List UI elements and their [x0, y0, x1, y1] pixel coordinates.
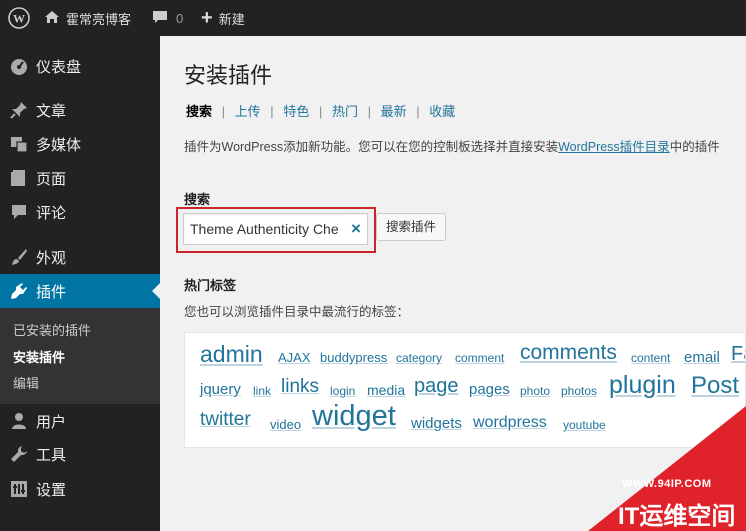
new-label: 新建	[218, 11, 245, 27]
tag-links[interactable]: links	[281, 376, 319, 398]
svg-text:W: W	[13, 12, 25, 26]
tag-pages[interactable]: pages	[469, 381, 510, 398]
menu-comments[interactable]: 评论	[0, 198, 160, 226]
tag-buddypress[interactable]: buddypress	[320, 350, 387, 365]
intro-prefix: 插件为WordPress添加新功能。您可以在您的控制板选择并直接安装	[184, 140, 559, 154]
admin-sidebar: 仪表盘 文章 多媒体 页面 评论 外观 插件 已安装的插件 安装插件 编辑 用户…	[0, 36, 160, 531]
tab-popular[interactable]: 热门	[332, 104, 358, 119]
wrench-icon	[10, 445, 28, 463]
plugin-icon	[10, 282, 28, 300]
tab-newest[interactable]: 最新	[381, 104, 407, 119]
plugins-submenu: 已安装的插件 安装插件 编辑	[0, 308, 160, 404]
tag-media[interactable]: media	[367, 382, 405, 398]
tag-photo[interactable]: photo	[520, 384, 550, 398]
user-icon	[10, 412, 28, 430]
tag-category[interactable]: category	[396, 351, 442, 365]
menu-media[interactable]: 多媒体	[0, 130, 160, 158]
tag-photos[interactable]: photos	[561, 384, 597, 398]
page-icon	[10, 169, 28, 187]
menu-dashboard[interactable]: 仪表盘	[0, 52, 160, 80]
menu-label: 页面	[36, 170, 67, 188]
search-plugins-button[interactable]: 搜索插件	[376, 213, 446, 241]
tag-twitter[interactable]: twitter	[200, 409, 251, 431]
tag-plugin[interactable]: plugin	[609, 371, 676, 400]
intro-text: 插件为WordPress添加新功能。您可以在您的控制板选择并直接安装WordPr…	[184, 136, 720, 155]
tag-widget[interactable]: widget	[312, 400, 396, 433]
tab-upload[interactable]: 上传	[235, 104, 261, 119]
menu-settings[interactable]: 设置	[0, 475, 160, 503]
tag-jquery[interactable]: jquery	[200, 381, 241, 398]
search-heading: 搜索	[184, 192, 211, 207]
search-input-value: Theme Authenticity Che	[190, 221, 339, 237]
page-title: 安装插件	[184, 63, 273, 88]
tag-wordpress[interactable]: wordpress	[473, 414, 547, 432]
tag-link[interactable]: link	[253, 384, 271, 398]
media-icon	[10, 135, 28, 153]
watermark-brand: IT运维空间	[618, 503, 736, 530]
search-input[interactable]: Theme Authenticity Che ×	[183, 213, 368, 245]
tag-ajax[interactable]: AJAX	[278, 350, 311, 365]
comments-count: 0	[176, 10, 184, 26]
menu-label: 多媒体	[36, 136, 82, 154]
menu-label: 工具	[36, 446, 67, 464]
clear-search-icon[interactable]: ×	[345, 215, 367, 243]
paintbrush-icon	[10, 248, 28, 266]
menu-tools[interactable]: 工具	[0, 440, 160, 468]
menu-posts[interactable]: 文章	[0, 96, 160, 124]
submenu-installed-plugins[interactable]: 已安装的插件	[13, 320, 91, 339]
tag-video[interactable]: video	[270, 417, 301, 432]
tag-fa[interactable]: Fa	[731, 343, 745, 366]
tag-content[interactable]: content	[631, 351, 670, 365]
tag-comment[interactable]: comment	[455, 351, 504, 365]
tag-email[interactable]: email	[684, 349, 720, 366]
menu-label: 设置	[36, 481, 67, 499]
comments-link[interactable]: 0	[152, 0, 183, 36]
dashboard-icon	[10, 57, 28, 75]
menu-users[interactable]: 用户	[0, 407, 160, 435]
menu-plugins[interactable]: 插件	[0, 274, 160, 308]
watermark: WWW.94IP.COM IT运维空间	[588, 406, 746, 531]
tag-post[interactable]: Post	[691, 372, 739, 400]
menu-label: 仪表盘	[36, 58, 82, 76]
active-arrow-icon	[152, 283, 160, 299]
intro-suffix: 中的插件	[669, 140, 720, 154]
admin-bar: W 霍常亮博客 0 + 新建	[0, 0, 746, 36]
site-name: 霍常亮博客	[66, 11, 132, 27]
wordpress-logo-icon[interactable]: W	[8, 0, 30, 36]
menu-label: 插件	[36, 283, 67, 301]
plugin-tabs: 搜索 | 上传 | 特色 | 热门 | 最新 | 收藏	[186, 104, 456, 119]
menu-label: 用户	[36, 413, 67, 431]
menu-appearance[interactable]: 外观	[0, 243, 160, 271]
pushpin-icon	[10, 101, 28, 119]
submenu-editor[interactable]: 编辑	[13, 373, 39, 392]
popular-tags-heading: 热门标签	[184, 278, 237, 293]
tag-widgets[interactable]: widgets	[411, 415, 462, 432]
comment-bubble-icon	[152, 10, 168, 27]
menu-label: 外观	[36, 249, 67, 267]
tag-page[interactable]: page	[414, 375, 459, 398]
tag-login[interactable]: login	[330, 384, 355, 398]
watermark-url: WWW.94IP.COM	[622, 478, 712, 490]
menu-label: 评论	[36, 204, 67, 222]
site-home-link[interactable]: 霍常亮博客	[44, 0, 131, 36]
tag-admin[interactable]: admin	[200, 341, 263, 368]
tab-search[interactable]: 搜索	[186, 104, 212, 119]
home-icon	[44, 10, 60, 27]
plugin-directory-link[interactable]: WordPress插件目录	[558, 140, 670, 154]
submenu-add-plugins[interactable]: 安装插件	[13, 347, 65, 366]
tab-favorites[interactable]: 收藏	[429, 104, 455, 119]
settings-icon	[10, 480, 28, 498]
new-content-link[interactable]: + 新建	[201, 0, 245, 36]
comment-icon	[10, 203, 28, 221]
popular-tags-desc: 您也可以浏览插件目录中最流行的标签：	[184, 305, 410, 319]
menu-pages[interactable]: 页面	[0, 164, 160, 192]
menu-label: 文章	[36, 102, 67, 120]
tag-comments[interactable]: comments	[520, 341, 617, 365]
tab-featured[interactable]: 特色	[283, 104, 309, 119]
plus-icon: +	[201, 7, 213, 29]
